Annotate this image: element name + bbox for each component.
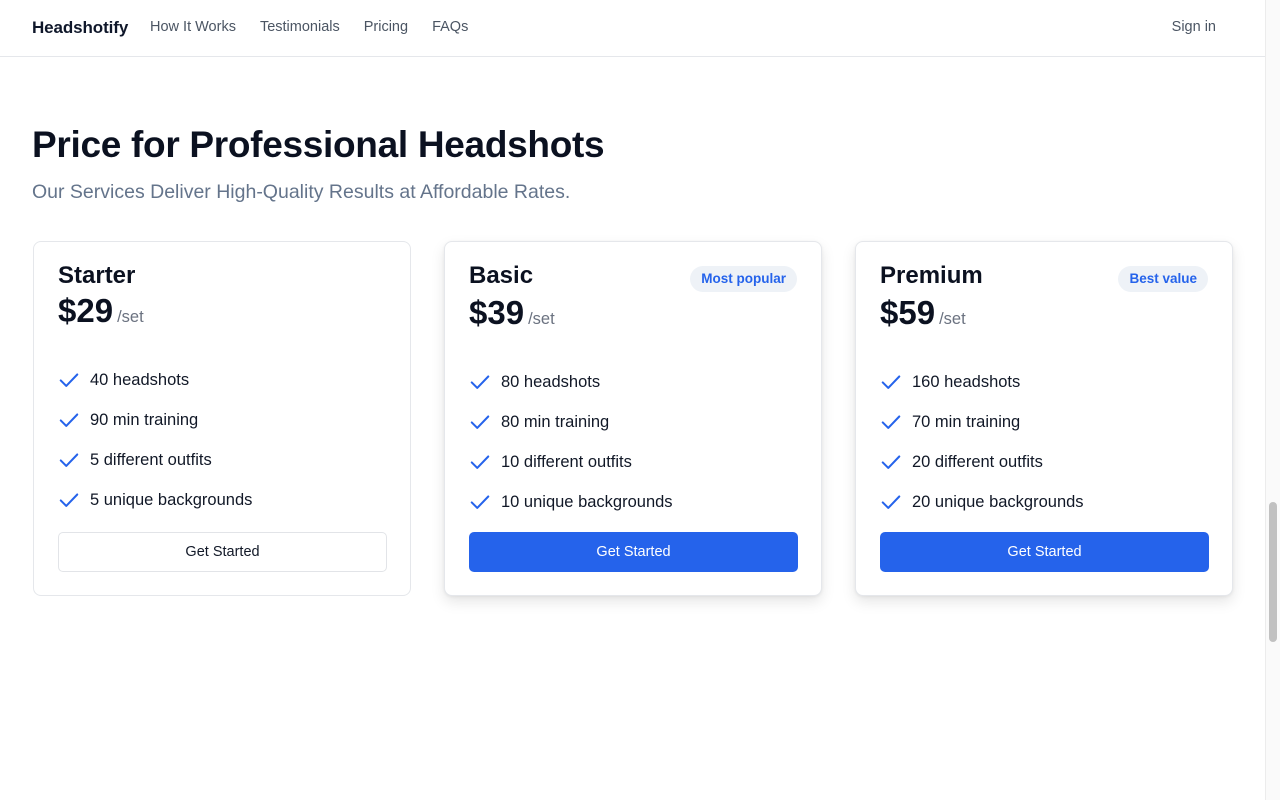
feature-text: 20 different outfits [912, 452, 1043, 471]
price-unit: /set [528, 310, 555, 328]
check-icon [59, 373, 79, 387]
get-started-button-basic[interactable]: Get Started [469, 532, 798, 572]
check-icon [881, 495, 901, 509]
nav-link-faqs[interactable]: FAQs [432, 19, 468, 35]
feature-text: 20 unique backgrounds [912, 492, 1084, 511]
feature-list: 160 headshots 70 min training 20 differe… [880, 362, 1084, 522]
check-icon [470, 495, 490, 509]
nav-links: How It Works Testimonials Pricing FAQs [150, 19, 492, 35]
feature-list: 80 headshots 80 min training 10 differen… [469, 362, 673, 522]
plan-price: $39 [469, 294, 525, 331]
feature-text: 90 min training [90, 410, 199, 429]
check-icon [881, 455, 901, 469]
plan-name: Premium [880, 262, 983, 289]
check-icon [470, 375, 490, 389]
plan-price: $59 [880, 294, 936, 331]
price-row: $29/set [58, 292, 144, 330]
price-row: $39/set [469, 294, 555, 332]
feature-text: 70 min training [912, 412, 1021, 431]
feature-text: 40 headshots [90, 370, 190, 389]
feature-text: 5 different outfits [90, 450, 212, 469]
check-icon [59, 493, 79, 507]
pricing-card-basic: Basic Most popular $39/set 80 headshots … [444, 241, 822, 596]
price-row: $59/set [880, 294, 966, 332]
feature-item: 5 unique backgrounds [58, 480, 252, 520]
nav-link-testimonials[interactable]: Testimonials [260, 19, 340, 35]
feature-text: 80 headshots [501, 372, 601, 391]
feature-text: 5 unique backgrounds [90, 490, 253, 509]
feature-item: 160 headshots [880, 362, 1084, 402]
check-icon [881, 375, 901, 389]
price-unit: /set [117, 308, 144, 326]
check-icon [470, 455, 490, 469]
page-subtitle: Our Services Deliver High-Quality Result… [32, 181, 571, 203]
check-icon [59, 453, 79, 467]
feature-text: 10 different outfits [501, 452, 632, 471]
check-icon [881, 415, 901, 429]
plan-name: Basic [469, 262, 534, 289]
vertical-scrollbar[interactable] [1265, 0, 1280, 800]
brand-logo[interactable]: Headshotify [32, 18, 128, 38]
pricing-card-starter: Starter $29/set 40 headshots 90 min trai… [33, 241, 411, 596]
feature-item: 70 min training [880, 402, 1084, 442]
pricing-card-premium: Premium Best value $59/set 160 headshots… [855, 241, 1233, 596]
feature-item: 20 unique backgrounds [880, 482, 1084, 522]
get-started-button-starter[interactable]: Get Started [58, 532, 387, 572]
most-popular-badge: Most popular [690, 266, 797, 292]
sign-in-link[interactable]: Sign in [1172, 19, 1216, 35]
feature-text: 160 headshots [912, 372, 1021, 391]
check-icon [470, 415, 490, 429]
best-value-badge: Best value [1118, 266, 1208, 292]
feature-item: 5 different outfits [58, 440, 252, 480]
feature-item: 90 min training [58, 400, 252, 440]
page-title: Price for Professional Headshots [32, 124, 605, 165]
scrollbar-thumb[interactable] [1269, 502, 1277, 642]
plan-name: Starter [58, 262, 136, 289]
feature-item: 10 different outfits [469, 442, 673, 482]
feature-item: 80 min training [469, 402, 673, 442]
feature-text: 80 min training [501, 412, 610, 431]
price-unit: /set [939, 310, 966, 328]
page: Headshotify How It Works Testimonials Pr… [0, 0, 1280, 800]
feature-item: 20 different outfits [880, 442, 1084, 482]
feature-item: 10 unique backgrounds [469, 482, 673, 522]
check-icon [59, 413, 79, 427]
top-navigation-bar: Headshotify How It Works Testimonials Pr… [0, 0, 1265, 57]
plan-price: $29 [58, 292, 114, 329]
get-started-button-premium[interactable]: Get Started [880, 532, 1209, 572]
feature-list: 40 headshots 90 min training 5 different… [58, 360, 252, 520]
feature-item: 80 headshots [469, 362, 673, 402]
nav-link-how-it-works[interactable]: How It Works [150, 19, 236, 35]
feature-text: 10 unique backgrounds [501, 492, 673, 511]
feature-item: 40 headshots [58, 360, 252, 400]
nav-link-pricing[interactable]: Pricing [364, 19, 408, 35]
